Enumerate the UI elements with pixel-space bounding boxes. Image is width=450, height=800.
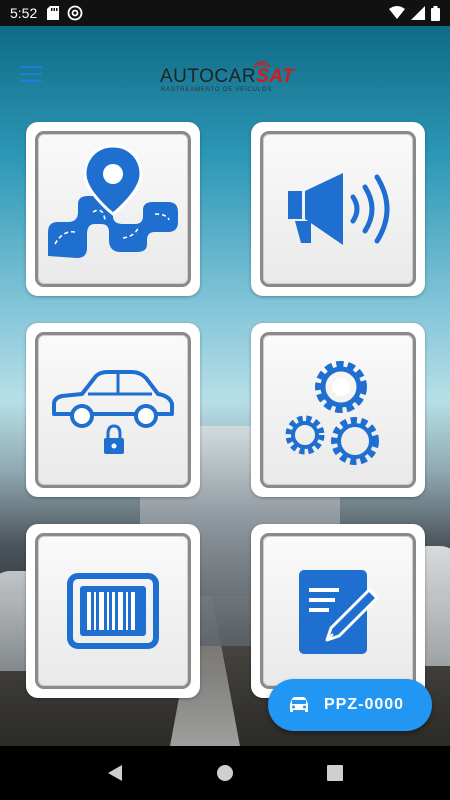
- barcode-icon: [67, 573, 159, 649]
- tile-frame: [35, 131, 191, 287]
- nav-home-button[interactable]: [210, 758, 240, 788]
- tile-frame: [35, 533, 191, 689]
- wifi-icon: [389, 6, 405, 19]
- signal-icon: [411, 6, 425, 20]
- home-icon: [217, 765, 233, 781]
- system-nav-bar: [0, 746, 450, 800]
- status-bar: 5:52: [0, 0, 450, 26]
- logo-subtitle: RASTREAMENTO DE VEÍCULOS: [161, 87, 273, 93]
- speaker-icon: [283, 169, 393, 249]
- car-icon: [290, 697, 308, 712]
- nav-back-button[interactable]: [100, 758, 130, 788]
- tile-speaker[interactable]: [251, 122, 425, 296]
- status-right-icons: [389, 5, 440, 21]
- status-left-icons: [47, 5, 83, 21]
- tile-barcode[interactable]: [26, 524, 200, 698]
- logo-text: AUTOCARSAT: [160, 66, 294, 88]
- recents-icon: [327, 765, 343, 781]
- nav-recents-button[interactable]: [320, 758, 350, 788]
- tile-map-route[interactable]: [26, 122, 200, 296]
- status-time: 5:52: [10, 5, 38, 21]
- at-sign-icon: [67, 5, 83, 21]
- logo-text-prefix: AUTOCAR: [160, 66, 257, 87]
- gears-icon: [283, 353, 393, 468]
- vehicle-plate-button[interactable]: PPZ-0000: [268, 679, 432, 731]
- logo-text-accent: SAT: [256, 66, 295, 87]
- edit-document-icon: [293, 566, 383, 656]
- tile-frame: [35, 332, 191, 488]
- car-lock-icon: [48, 360, 178, 460]
- app-logo: AUTOCARSAT RASTREAMENTO DE VEÍCULOS: [160, 56, 295, 100]
- tile-frame: [260, 131, 416, 287]
- vehicle-plate-label: PPZ-0000: [324, 696, 405, 713]
- map-route-icon: [43, 144, 183, 274]
- hamburger-menu-icon[interactable]: [20, 66, 42, 82]
- tile-frame: [260, 332, 416, 488]
- back-icon: [108, 765, 122, 781]
- tile-edit-document[interactable]: [251, 524, 425, 698]
- tile-settings[interactable]: [251, 323, 425, 497]
- app-area: AUTOCARSAT RASTREAMENTO DE VEÍCULOS PPZ-…: [0, 26, 450, 746]
- battery-icon: [431, 5, 440, 21]
- tile-car-lock[interactable]: [26, 323, 200, 497]
- sd-card-icon: [47, 6, 60, 20]
- tile-frame: [260, 533, 416, 689]
